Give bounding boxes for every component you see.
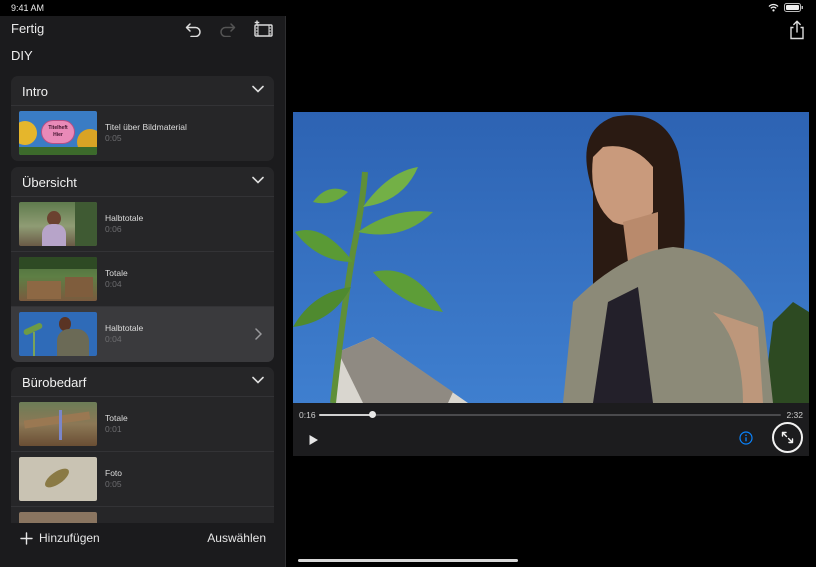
pane-divider [285,16,286,567]
current-time: 0:16 [299,410,316,420]
clip-duration: 0:05 [105,133,122,143]
thumb-title-text: Titelheft Hier [48,125,68,138]
wifi-icon [768,3,779,12]
bottom-bar: Hinzufügen Auswählen [0,523,285,567]
info-button[interactable] [739,431,753,450]
clip-title: Titel über Bildmaterial [105,122,187,132]
info-icon [739,431,753,445]
clip-title: Halbtotale [105,323,144,333]
clip-item[interactable]: Totale 0:04 [11,252,274,307]
clip-title: Halbtotale [105,213,144,223]
section-intro: Intro Titelheft Hier Titel über Bildmate… [11,76,274,161]
section-header[interactable]: Intro [11,76,274,106]
add-label: Hinzufügen [39,531,100,545]
expand-icon [781,431,794,444]
clip-duration: 0:01 [105,424,122,434]
clip-thumbnail [19,257,97,301]
section-title: Übersicht [22,175,77,190]
scrubber[interactable] [319,411,781,418]
film-add-icon [254,20,273,37]
fullscreen-button[interactable] [772,422,803,453]
project-sidebar: Fertig DIY Intro Titelheft Hier Titel üb… [0,16,285,567]
undo-button[interactable] [182,19,204,39]
clip-duration: 0:04 [105,334,122,344]
clip-duration: 0:05 [105,479,122,489]
clip-item[interactable]: Halbtotale 0:06 [11,197,274,252]
clip-item[interactable]: Foto 0:05 [11,452,274,507]
clip-thumbnail [19,202,97,246]
clip-title: Totale [105,413,128,423]
undo-icon [185,22,201,37]
scrubber-handle[interactable] [368,411,376,418]
status-bar: 9:41 AM [0,0,816,16]
section-header[interactable]: Bürobedarf [11,367,274,397]
video-still [293,112,809,403]
clip-item[interactable]: Totale 0:01 [11,397,274,452]
clip-thumbnail [19,457,97,501]
done-button[interactable]: Fertig [11,21,44,36]
redo-button[interactable] [216,19,238,39]
clip-title: Foto [105,468,123,478]
select-button[interactable]: Auswählen [207,531,266,545]
battery-icon [784,3,803,12]
status-time: 9:41 AM [11,3,45,13]
play-button[interactable] [308,433,319,451]
section-title: Intro [22,84,49,99]
chevron-down-icon [252,176,264,184]
share-button[interactable] [788,20,806,40]
clip-thumbnail [19,312,97,356]
clip-duration: 0:06 [105,224,122,234]
chevron-down-icon [252,85,264,93]
project-title: DIY [11,48,33,63]
section-title: Bürobedarf [22,375,87,390]
chevron-right-icon [255,328,262,340]
plus-icon [20,531,33,545]
add-clip-button[interactable] [252,19,274,39]
clip-item[interactable]: Titelheft Hier Titel über Bildmaterial 0… [11,106,274,161]
share-icon [790,20,804,40]
clip-thumbnail [19,402,97,446]
scrubber-progress [319,414,372,416]
video-frame[interactable] [293,112,809,403]
status-icons [768,3,804,12]
play-icon [309,435,318,445]
section-overview: Übersicht Halbtotale 0:06 Totale 0:04 Ha… [11,167,274,362]
section-header[interactable]: Übersicht [11,167,274,197]
clip-title: Totale [105,268,128,278]
clip-thumbnail: Titelheft Hier [19,111,97,155]
chevron-down-icon [252,376,264,384]
redo-icon [219,22,235,37]
section-office-supplies: Bürobedarf Totale 0:01 Foto 0:05 [11,367,274,547]
video-player: 0:16 2:32 [293,112,809,456]
clip-item-selected[interactable]: Halbtotale 0:04 [11,307,274,362]
home-indicator [298,559,518,562]
add-button[interactable]: Hinzufügen [20,531,100,545]
total-time: 2:32 [786,410,803,420]
clip-duration: 0:04 [105,279,122,289]
